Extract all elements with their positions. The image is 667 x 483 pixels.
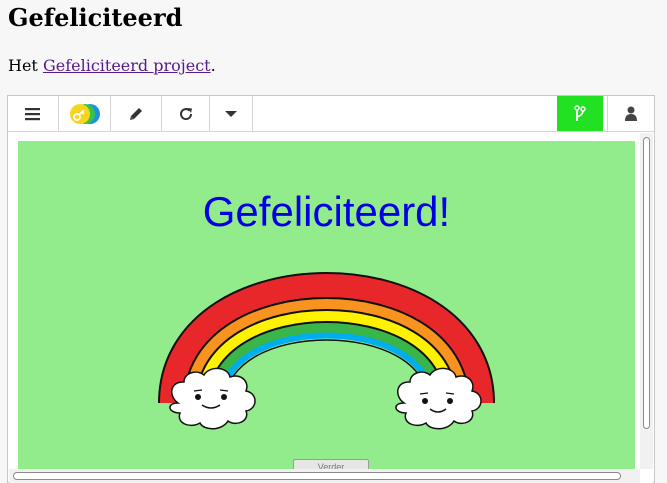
hamburger-icon (25, 107, 40, 120)
pencil-icon (130, 107, 142, 120)
project-frame: Gefeliciteerd! Verder (7, 95, 655, 483)
horizontal-scrollbar[interactable] (9, 469, 640, 483)
key-circles-icon (69, 103, 100, 124)
vertical-scrollbar-thumb[interactable] (643, 137, 650, 429)
intro-prefix: Het (8, 56, 43, 75)
keys-button[interactable] (59, 96, 111, 131)
intro-suffix: . (210, 56, 216, 75)
dropdown-button[interactable] (210, 96, 253, 131)
menu-button[interactable] (8, 96, 59, 131)
cloud-right (395, 367, 482, 430)
edit-button[interactable] (111, 96, 162, 131)
toolbar (8, 96, 654, 132)
rainbow-image (158, 272, 495, 430)
reload-button[interactable] (162, 96, 210, 131)
git-branch-button[interactable] (557, 96, 603, 131)
vertical-scrollbar[interactable] (640, 133, 653, 469)
horizontal-scrollbar-thumb[interactable] (13, 472, 621, 480)
project-link[interactable]: Gefeliciteerd project (43, 56, 211, 75)
page-title: Gefeliciteerd (8, 3, 183, 32)
preview-viewport: Gefeliciteerd! Verder (9, 133, 653, 483)
caret-down-icon (225, 110, 237, 117)
user-icon (625, 106, 637, 121)
intro-text: Het Gefeliciteerd project. (8, 55, 216, 77)
reload-icon (179, 107, 192, 120)
stage: Gefeliciteerd! Verder (18, 141, 635, 471)
user-button[interactable] (607, 96, 654, 131)
git-branch-icon (574, 104, 586, 121)
